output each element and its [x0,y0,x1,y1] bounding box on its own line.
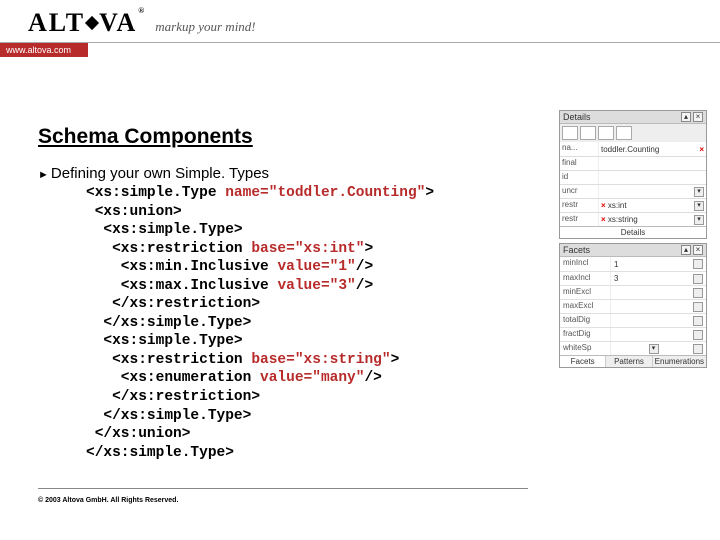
panel-body: na... toddler.Counting× final id uncr ▾ … [560,142,706,226]
chevron-down-icon[interactable]: ▾ [694,215,704,225]
tool-icon[interactable] [562,126,578,140]
checkbox-icon[interactable] [693,288,703,298]
tool-icon[interactable] [616,126,632,140]
checkbox-icon[interactable] [693,344,703,354]
tagline: markup your mind! [155,19,255,35]
property-row[interactable]: restr × xs:string▾ [560,212,706,226]
delete-icon[interactable]: × [601,215,606,224]
panel-header: Details ▴ × [560,111,706,124]
panel-body: minIncl 1 maxIncl 3 minExcl maxExcl tota… [560,257,706,355]
code-block: <xs:simple.Type name="toddler.Counting">… [86,184,555,462]
diamond-icon [85,16,99,30]
property-row[interactable]: id [560,170,706,184]
section-title: Schema Components [38,125,555,149]
facet-row[interactable]: whiteSp ▾ [560,341,706,355]
bullet-item: ►Defining your own Simple. Types [38,165,555,182]
close-icon[interactable]: × [693,245,703,255]
facet-row[interactable]: totalDig [560,313,706,327]
altova-logo: ALTVA® [28,8,145,38]
close-icon[interactable]: × [693,112,703,122]
collapse-icon[interactable]: ▴ [681,112,691,122]
tab-details[interactable]: Details [560,227,706,238]
chevron-down-icon[interactable]: ▾ [694,201,704,211]
panel-footer: Facets Patterns Enumerations [560,355,706,367]
facet-row[interactable]: maxIncl 3 [560,271,706,285]
chevron-down-icon[interactable]: ▾ [694,187,704,197]
property-row[interactable]: na... toddler.Counting× [560,142,706,156]
panel-footer: Details [560,226,706,238]
toolbar-icons [560,124,706,142]
checkbox-icon[interactable] [693,259,703,269]
panel-title: Details [563,112,591,122]
facet-row[interactable]: minIncl 1 [560,257,706,271]
checkbox-icon[interactable] [693,330,703,340]
bullet-text: Defining your own Simple. Types [51,165,269,182]
property-row[interactable]: final [560,156,706,170]
checkbox-icon[interactable] [693,316,703,326]
delete-icon[interactable]: × [699,145,704,154]
facet-row[interactable]: minExcl [560,285,706,299]
property-row[interactable]: restr × xs:int▾ [560,198,706,212]
tab-patterns[interactable]: Patterns [606,356,652,367]
facets-panel: Facets ▴ × minIncl 1 maxIncl 3 minExcl m… [559,243,707,368]
collapse-icon[interactable]: ▴ [681,245,691,255]
tool-icon[interactable] [598,126,614,140]
main-content: Schema Components ►Defining your own Sim… [38,125,555,462]
chevron-down-icon[interactable]: ▾ [649,344,659,354]
facet-row[interactable]: maxExcl [560,299,706,313]
checkbox-icon[interactable] [693,302,703,312]
panel-header: Facets ▴ × [560,244,706,257]
tab-enumerations[interactable]: Enumerations [653,356,706,367]
url-banner: www.altova.com [0,43,88,57]
side-panels: Details ▴ × na... toddler.Counting× fina… [559,110,707,372]
registered-icon: ® [138,6,146,15]
page-header: ALTVA® markup your mind! [0,0,720,38]
tab-facets[interactable]: Facets [560,356,606,367]
name-value: toddler.Counting [601,145,659,154]
triangle-icon: ► [38,169,49,181]
details-panel: Details ▴ × na... toddler.Counting× fina… [559,110,707,239]
delete-icon[interactable]: × [601,201,606,210]
bottom-divider [38,488,528,489]
checkbox-icon[interactable] [693,274,703,284]
property-row[interactable]: uncr ▾ [560,184,706,198]
tool-icon[interactable] [580,126,596,140]
copyright: © 2003 Altova GmbH. All Rights Reserved. [38,497,178,504]
divider [0,42,720,43]
panel-title: Facets [563,245,590,255]
facet-row[interactable]: fractDig [560,327,706,341]
